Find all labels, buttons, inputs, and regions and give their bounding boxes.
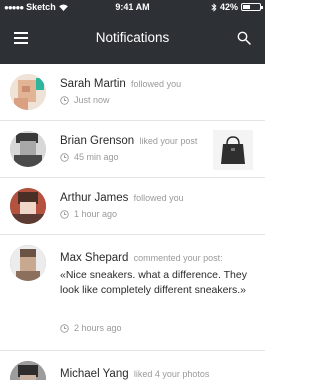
clock-icon — [60, 152, 69, 162]
notification-time: 2 hours ago — [60, 323, 122, 333]
time-label: 2 hours ago — [74, 323, 122, 333]
notification-item[interactable]: Sarah Martin followed you Just now — [0, 64, 265, 121]
notification-text: Arthur James followed you — [60, 191, 184, 205]
avatar[interactable] — [10, 245, 46, 281]
avatar[interactable] — [10, 361, 46, 380]
notification-action: liked your post — [139, 136, 198, 146]
comment-text: «Nice sneakers. what a difference. They … — [60, 269, 247, 296]
notification-text: Max Shepard commented your post: — [60, 251, 223, 265]
notification-action: commented your post: — [133, 253, 223, 263]
handbag-icon — [221, 136, 245, 164]
user-name[interactable]: Michael Yang — [60, 368, 129, 380]
clock-icon — [60, 209, 69, 219]
notification-text: Michael Yang liked 4 your photos — [60, 367, 209, 380]
clock-icon — [60, 95, 69, 105]
page-title: Notifications — [95, 30, 170, 45]
notification-item[interactable]: Michael Yang liked 4 your photos — [0, 351, 265, 380]
notification-action: liked 4 your photos — [133, 369, 210, 379]
notification-text: Sarah Martin followed you — [60, 77, 181, 91]
time-label: 45 min ago — [74, 152, 119, 162]
time-label: Just now — [74, 95, 110, 105]
notification-item[interactable]: Max Shepard commented your post: «Nice s… — [0, 235, 265, 351]
nav-bar: Notifications — [0, 14, 265, 64]
battery-icon — [241, 3, 263, 11]
notification-time: 1 hour ago — [60, 209, 117, 219]
bluetooth-icon — [211, 2, 217, 12]
notification-action: followed you — [131, 79, 182, 89]
search-icon[interactable] — [237, 31, 251, 45]
battery-level — [243, 5, 250, 9]
notification-action: followed you — [133, 193, 184, 203]
avatar[interactable] — [10, 74, 46, 110]
time-label: 1 hour ago — [74, 209, 118, 219]
notification-text: Brian Grenson liked your post — [60, 134, 197, 148]
battery-percent: 42% — [219, 2, 238, 12]
user-name[interactable]: Max Shepard — [60, 252, 128, 264]
notification-item[interactable]: Brian Grenson liked your post 45 min ago — [0, 121, 265, 178]
notification-time: 45 min ago — [60, 152, 119, 162]
notification-item[interactable]: Arthur James followed you 1 hour ago — [0, 178, 265, 235]
avatar[interactable] — [10, 131, 46, 167]
status-right: 42% — [211, 2, 263, 12]
user-name[interactable]: Brian Grenson — [60, 135, 134, 147]
post-thumbnail[interactable] — [213, 130, 253, 170]
user-name[interactable]: Arthur James — [60, 192, 128, 204]
clock-icon — [60, 323, 69, 333]
notification-time: Just now — [60, 95, 110, 105]
avatar[interactable] — [10, 188, 46, 224]
status-bar: ●●●●● Sketch 9:41 AM 42% — [0, 0, 265, 14]
user-name[interactable]: Sarah Martin — [60, 78, 126, 90]
